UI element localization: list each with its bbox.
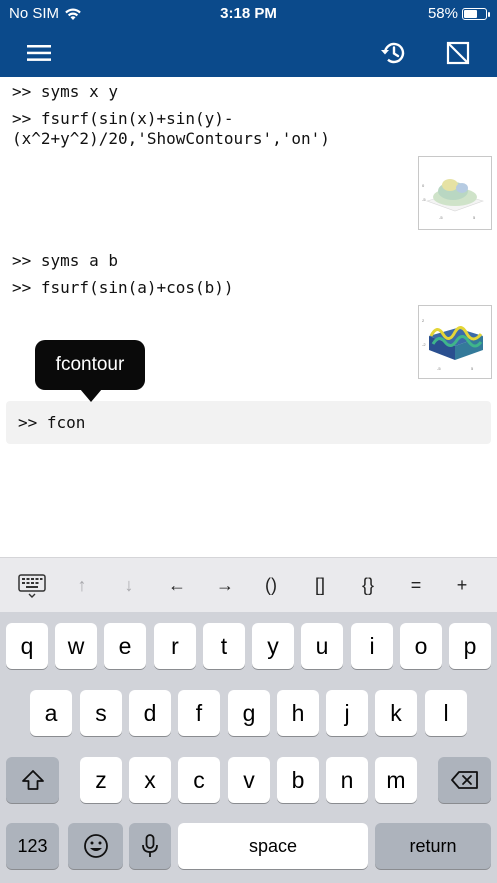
brackets-key[interactable]: [] — [300, 558, 340, 613]
keyboard-accessory-bar: ↑ ↓ ← → () [] {} = + — [0, 557, 497, 612]
battery-percent: 58% — [427, 5, 458, 22]
key-y[interactable]: y — [252, 623, 294, 669]
key-g[interactable]: g — [228, 690, 270, 736]
command-input[interactable]: >> fcon — [6, 401, 491, 444]
key-u[interactable]: u — [301, 623, 343, 669]
space-key[interactable]: space — [178, 823, 368, 869]
key-m[interactable]: m — [375, 757, 417, 803]
svg-text:-5: -5 — [422, 197, 426, 202]
key-x[interactable]: x — [129, 757, 171, 803]
status-bar: No SIM 3:18 PM 58% — [0, 0, 497, 28]
surface-plot-image: 2 -2 -5 5 — [422, 318, 483, 371]
command-line: (x^2+y^2)/20,'ShowContours','on') — [12, 129, 330, 148]
clock: 3:18 PM — [220, 5, 277, 22]
svg-text:-2: -2 — [422, 342, 426, 347]
key-d[interactable]: d — [129, 690, 171, 736]
svg-text:0: 0 — [422, 183, 425, 188]
svg-text:2: 2 — [422, 318, 425, 323]
top-bar: No SIM 3:18 PM 58% — [0, 0, 497, 77]
arrow-right-key[interactable]: → — [205, 558, 245, 613]
autocomplete-tooltip[interactable]: fcontour — [35, 340, 145, 402]
command-window[interactable]: >> syms x y >> fsurf(sin(x)+sin(y)- (x^2… — [0, 77, 497, 557]
plot-window-icon — [446, 41, 470, 65]
key-z[interactable]: z — [80, 757, 122, 803]
microphone-icon — [142, 834, 158, 857]
command-line: >> syms a b — [12, 251, 118, 270]
key-o[interactable]: o — [400, 623, 442, 669]
key-j[interactable]: j — [326, 690, 368, 736]
key-c[interactable]: c — [178, 757, 220, 803]
arrow-left-key[interactable]: ← — [157, 558, 197, 613]
key-a[interactable]: a — [30, 690, 72, 736]
svg-text:5: 5 — [473, 215, 476, 220]
svg-text:5: 5 — [471, 366, 474, 371]
key-s[interactable]: s — [80, 690, 122, 736]
key-f[interactable]: f — [178, 690, 220, 736]
emoji-icon — [83, 834, 108, 858]
numbers-key[interactable]: 123 — [6, 823, 59, 869]
menu-button[interactable] — [22, 36, 56, 70]
key-n[interactable]: n — [326, 757, 368, 803]
battery-status: 58% — [427, 5, 490, 22]
arrow-up-key[interactable]: ↑ — [62, 558, 102, 613]
svg-text:-5: -5 — [439, 215, 443, 220]
key-i[interactable]: i — [351, 623, 393, 669]
shift-icon — [21, 770, 44, 790]
key-r[interactable]: r — [154, 623, 196, 669]
keyboard: q w e r t y u i o p a s d f g h j k l z … — [0, 612, 497, 883]
parentheses-key[interactable]: () — [251, 558, 291, 613]
key-h[interactable]: h — [277, 690, 319, 736]
equals-key[interactable]: = — [396, 558, 436, 613]
hide-keyboard-button[interactable] — [12, 558, 52, 613]
svg-text:-5: -5 — [437, 366, 441, 371]
surface-plot-thumbnail[interactable]: 0 -5 -5 5 — [418, 156, 492, 230]
key-e[interactable]: e — [104, 623, 146, 669]
history-icon — [381, 42, 405, 64]
key-k[interactable]: k — [375, 690, 417, 736]
battery-icon — [462, 7, 490, 20]
plot-window-button[interactable] — [441, 36, 475, 70]
history-button[interactable] — [376, 36, 410, 70]
menu-icon — [27, 45, 51, 61]
emoji-key[interactable] — [68, 823, 123, 869]
command-input-text[interactable]: >> fcon — [18, 413, 85, 432]
key-v[interactable]: v — [228, 757, 270, 803]
dictation-key[interactable] — [129, 823, 171, 869]
delete-key[interactable] — [438, 757, 491, 803]
key-t[interactable]: t — [203, 623, 245, 669]
braces-key[interactable]: {} — [348, 558, 388, 613]
app-bar — [0, 28, 497, 77]
command-line: >> fsurf(sin(x)+sin(y)- — [12, 109, 234, 128]
surface-plot-image: 0 -5 -5 5 — [422, 179, 484, 220]
command-line: >> fsurf(sin(a)+cos(b)) — [12, 278, 234, 297]
backspace-icon — [450, 771, 478, 789]
command-line: >> syms x y — [12, 82, 118, 101]
surface-plot-thumbnail[interactable]: 2 -2 -5 5 — [418, 305, 492, 379]
key-q[interactable]: q — [6, 623, 48, 669]
key-b[interactable]: b — [277, 757, 319, 803]
key-p[interactable]: p — [449, 623, 491, 669]
key-w[interactable]: w — [55, 623, 97, 669]
keyboard-dismiss-icon — [18, 573, 46, 598]
key-l[interactable]: l — [425, 690, 467, 736]
arrow-down-key[interactable]: ↓ — [109, 558, 149, 613]
plus-key[interactable]: + — [442, 558, 482, 613]
return-key[interactable]: return — [375, 823, 491, 869]
shift-key[interactable] — [6, 757, 59, 803]
autocomplete-suggestion[interactable]: fcontour — [56, 354, 125, 376]
